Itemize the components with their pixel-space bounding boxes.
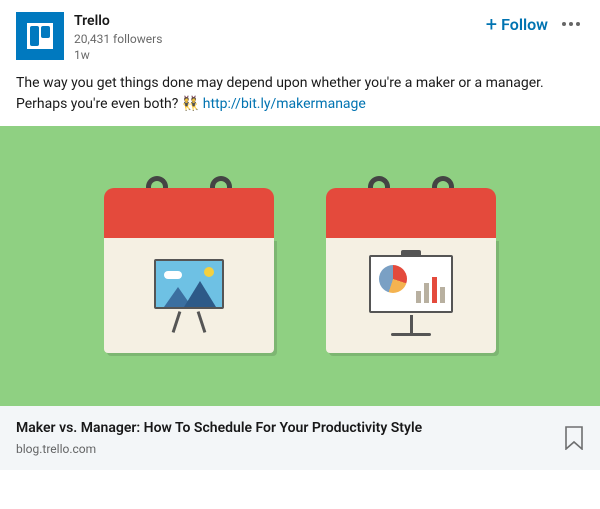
easel-icon <box>154 259 224 333</box>
calendar-manager-icon <box>326 178 496 353</box>
linkedin-post: Trello 20,431 followers 1w + Follow The … <box>0 0 600 470</box>
plus-icon: + <box>486 14 497 34</box>
link-domain: blog.trello.com <box>16 442 552 456</box>
post-body: The way you get things done may depend u… <box>0 67 600 126</box>
bookmark-icon[interactable] <box>564 426 584 450</box>
follow-label: Follow <box>501 15 548 34</box>
post-header: Trello 20,431 followers 1w + Follow <box>0 0 600 67</box>
trello-logo-icon <box>27 23 53 49</box>
more-menu-button[interactable] <box>558 22 584 26</box>
link-info: Maker vs. Manager: How To Schedule For Y… <box>16 420 552 456</box>
follow-button[interactable]: + Follow <box>486 14 548 34</box>
link-title: Maker vs. Manager: How To Schedule For Y… <box>16 420 552 436</box>
presentation-icon <box>369 255 453 336</box>
post-meta: Trello 20,431 followers 1w <box>74 12 476 63</box>
post-image[interactable] <box>0 126 600 406</box>
emoji-dancers: 👯 <box>182 96 199 112</box>
link-preview-card[interactable]: Maker vs. Manager: How To Schedule For Y… <box>0 406 600 470</box>
calendar-maker-icon <box>104 178 274 353</box>
company-avatar[interactable] <box>16 12 64 60</box>
header-actions: + Follow <box>486 12 584 34</box>
post-age: 1w <box>74 47 476 63</box>
follower-count: 20,431 followers <box>74 31 476 47</box>
company-name[interactable]: Trello <box>74 12 476 31</box>
post-link[interactable]: http://bit.ly/makermanage <box>203 96 366 112</box>
